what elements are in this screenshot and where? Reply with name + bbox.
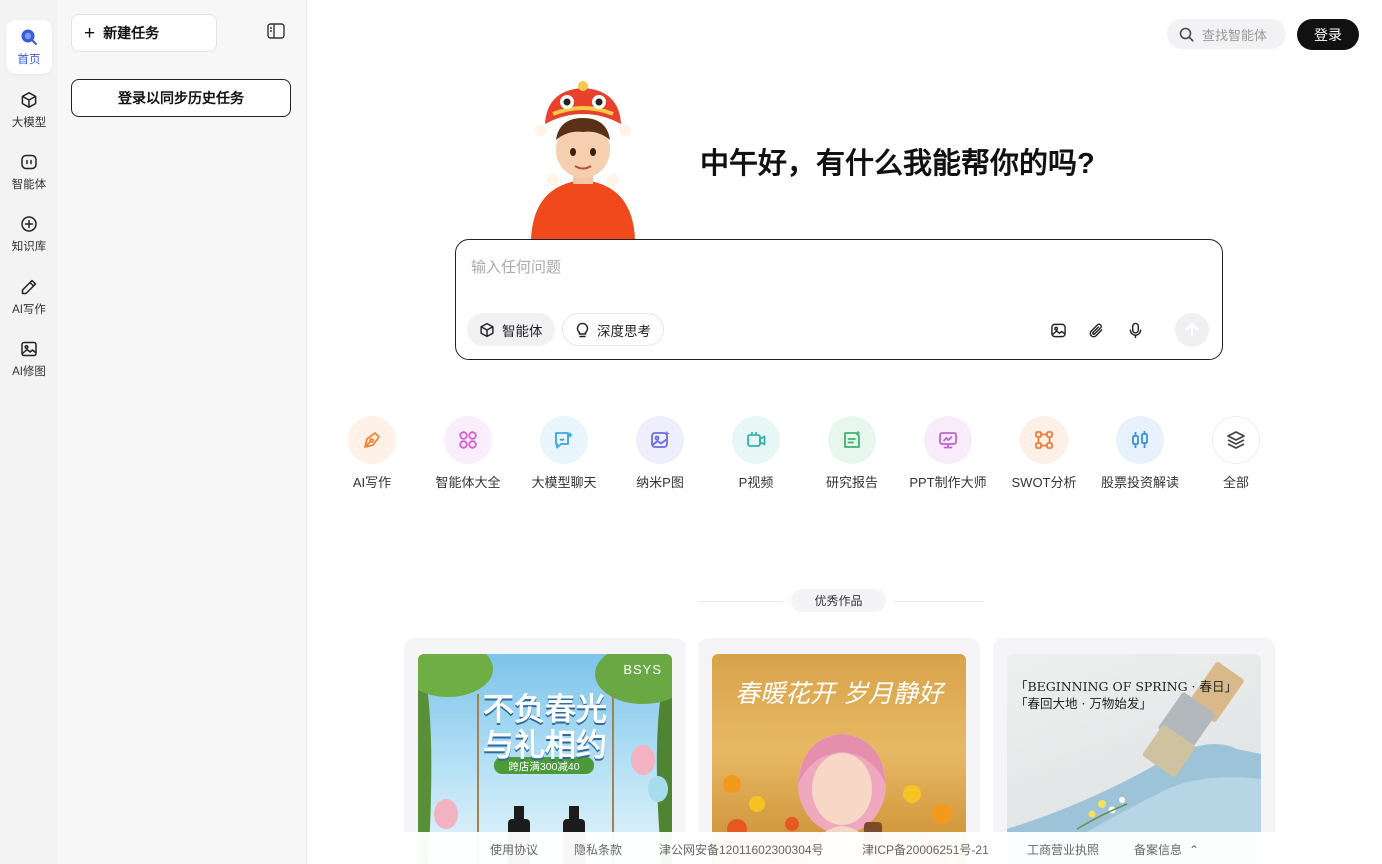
cube-icon — [480, 322, 494, 337]
footer-link-privacy[interactable]: 隐私条款 — [574, 841, 622, 858]
swot-nodes-icon — [1020, 416, 1068, 464]
footer-link-icp[interactable]: 津ICP备20006251号-21 — [862, 841, 989, 858]
pen-icon — [19, 277, 39, 297]
poster-headline: 春暖花开 岁月静好 — [735, 679, 943, 708]
deep-think-button[interactable]: 深度思考 — [562, 313, 664, 346]
rail-label: 大模型 — [11, 117, 47, 129]
agent-chip-button[interactable]: 智能体 — [467, 313, 555, 346]
greeting-heading: 中午好，有什么我能帮你的吗? — [700, 148, 1095, 180]
rail-item-agents[interactable]: 智能体 — [6, 145, 52, 199]
brand-text: BSYS — [623, 662, 662, 677]
rail-item-home[interactable]: 首页 — [6, 20, 52, 74]
featured-title: 优秀作品 — [791, 589, 886, 612]
candlestick-icon — [1116, 416, 1164, 464]
shortcut-label: 全部 — [1222, 475, 1249, 490]
chat-bubble-icon — [540, 416, 588, 464]
featured-work-card[interactable]: 「BEGINNING OF SPRING · 春日」 「春回大地 · 万物始发」 — [993, 638, 1275, 864]
search-placeholder: 查找智能体 — [1202, 27, 1268, 43]
main-area: 查找智能体 登录 中午好，有什么我能帮你的吗? 智能体 深度思考 — [308, 0, 1382, 864]
search-agent-input[interactable]: 查找智能体 — [1167, 19, 1286, 49]
featured-work-card[interactable]: 春暖花开 岁月静好 — [698, 638, 980, 864]
home-icon — [19, 27, 39, 47]
shortcut-llm-chat[interactable]: 大模型聊天 — [519, 416, 609, 491]
shortcut-swot[interactable]: SWOT分析 — [999, 416, 1089, 491]
photo-sparkle-icon — [636, 416, 684, 464]
shortcut-all[interactable]: 全部 — [1191, 416, 1281, 491]
shortcut-nano-image[interactable]: 纳米P图 — [615, 416, 705, 491]
rail-label: AI修图 — [12, 366, 46, 378]
shortcut-research-report[interactable]: 研究报告 — [807, 416, 897, 491]
rail-label: 智能体 — [11, 179, 47, 191]
shortcut-p-video[interactable]: P视频 — [711, 416, 801, 491]
presentation-icon — [924, 416, 972, 464]
rail-label: 首页 — [17, 54, 41, 66]
history-panel: + 新建任务 登录以同步历史任务 — [58, 0, 307, 864]
send-button[interactable] — [1175, 313, 1209, 347]
shortcut-label: 纳米P图 — [636, 475, 684, 490]
rail-item-ai-retouch[interactable]: AI修图 — [6, 332, 52, 386]
paperclip-icon[interactable] — [1086, 320, 1106, 340]
video-camera-icon — [732, 416, 780, 464]
knowledge-icon — [19, 214, 39, 234]
image-upload-icon[interactable] — [1048, 320, 1068, 340]
sidebar-toggle-icon[interactable] — [267, 23, 287, 41]
cube-icon — [19, 90, 39, 110]
arrow-up-icon — [1186, 323, 1198, 337]
footer-filing-label: 备案信息 — [1134, 843, 1183, 857]
featured-work-card[interactable]: BSYS 不负春光 与礼相约 跨店满300减40 — [404, 638, 686, 864]
shortcut-ppt-master[interactable]: PPT制作大师 — [903, 416, 993, 491]
search-icon — [1179, 27, 1194, 42]
pen-nib-icon — [348, 416, 396, 464]
shortcut-label: 股票投资解读 — [1100, 475, 1179, 490]
shortcut-label: P视频 — [738, 475, 774, 490]
rail-item-models[interactable]: 大模型 — [6, 83, 52, 137]
agent-chip-label: 智能体 — [502, 323, 543, 339]
divider — [698, 601, 783, 602]
nav-rail: 首页 大模型 智能体 知识库 AI写作 AI修图 — [0, 0, 58, 864]
rail-label: AI写作 — [12, 304, 46, 316]
shortcut-label: AI写作 — [352, 475, 392, 490]
promo-tag: 跨店满300减40 — [508, 761, 580, 773]
chevron-up-icon: ⌃ — [1189, 843, 1200, 857]
divider — [894, 601, 984, 602]
new-task-label: 新建任务 — [103, 25, 160, 41]
footer-link-terms[interactable]: 使用协议 — [490, 841, 538, 858]
plus-icon: + — [84, 22, 96, 44]
login-to-sync-button[interactable]: 登录以同步历史任务 — [71, 79, 291, 117]
rail-label: 知识库 — [11, 241, 47, 253]
footer-link-filing[interactable]: 备案信息 ⌃ — [1134, 841, 1199, 858]
shortcut-agent-hub[interactable]: 智能体大全 — [423, 416, 513, 491]
deep-think-label: 深度思考 — [597, 323, 651, 339]
shortcut-label: 研究报告 — [825, 475, 878, 490]
microphone-icon[interactable] — [1125, 320, 1145, 340]
image-icon — [19, 339, 39, 359]
grid-circles-icon — [444, 416, 492, 464]
bulb-icon — [576, 322, 589, 337]
shortcut-stock-analysis[interactable]: 股票投资解读 — [1095, 416, 1185, 491]
rail-item-knowledge[interactable]: 知识库 — [6, 207, 52, 261]
shortcut-label: SWOT分析 — [1011, 475, 1077, 490]
poster-line: 「春回大地 · 万物始发」 — [1015, 696, 1152, 711]
footer: 使用协议 隐私条款 津公网安备12011602300304号 津ICP备2000… — [308, 832, 1382, 864]
shortcut-label: 大模型聊天 — [531, 475, 597, 490]
login-button[interactable]: 登录 — [1297, 19, 1359, 50]
report-icon — [828, 416, 876, 464]
shortcut-label: PPT制作大师 — [909, 475, 987, 490]
lion-dance-mascot — [531, 81, 635, 240]
layers-icon — [1212, 416, 1260, 464]
agent-icon — [19, 152, 39, 172]
chat-composer: 智能体 深度思考 — [455, 239, 1223, 360]
footer-link-license[interactable]: 工商营业执照 — [1027, 841, 1099, 858]
shortcut-ai-writing[interactable]: AI写作 — [327, 416, 417, 491]
new-task-button[interactable]: + 新建任务 — [71, 14, 217, 52]
rail-item-ai-writing[interactable]: AI写作 — [6, 270, 52, 324]
shortcut-label: 智能体大全 — [435, 475, 501, 490]
chat-input[interactable] — [471, 254, 1171, 280]
footer-link-police-record[interactable]: 津公网安备12011602300304号 — [659, 841, 824, 858]
